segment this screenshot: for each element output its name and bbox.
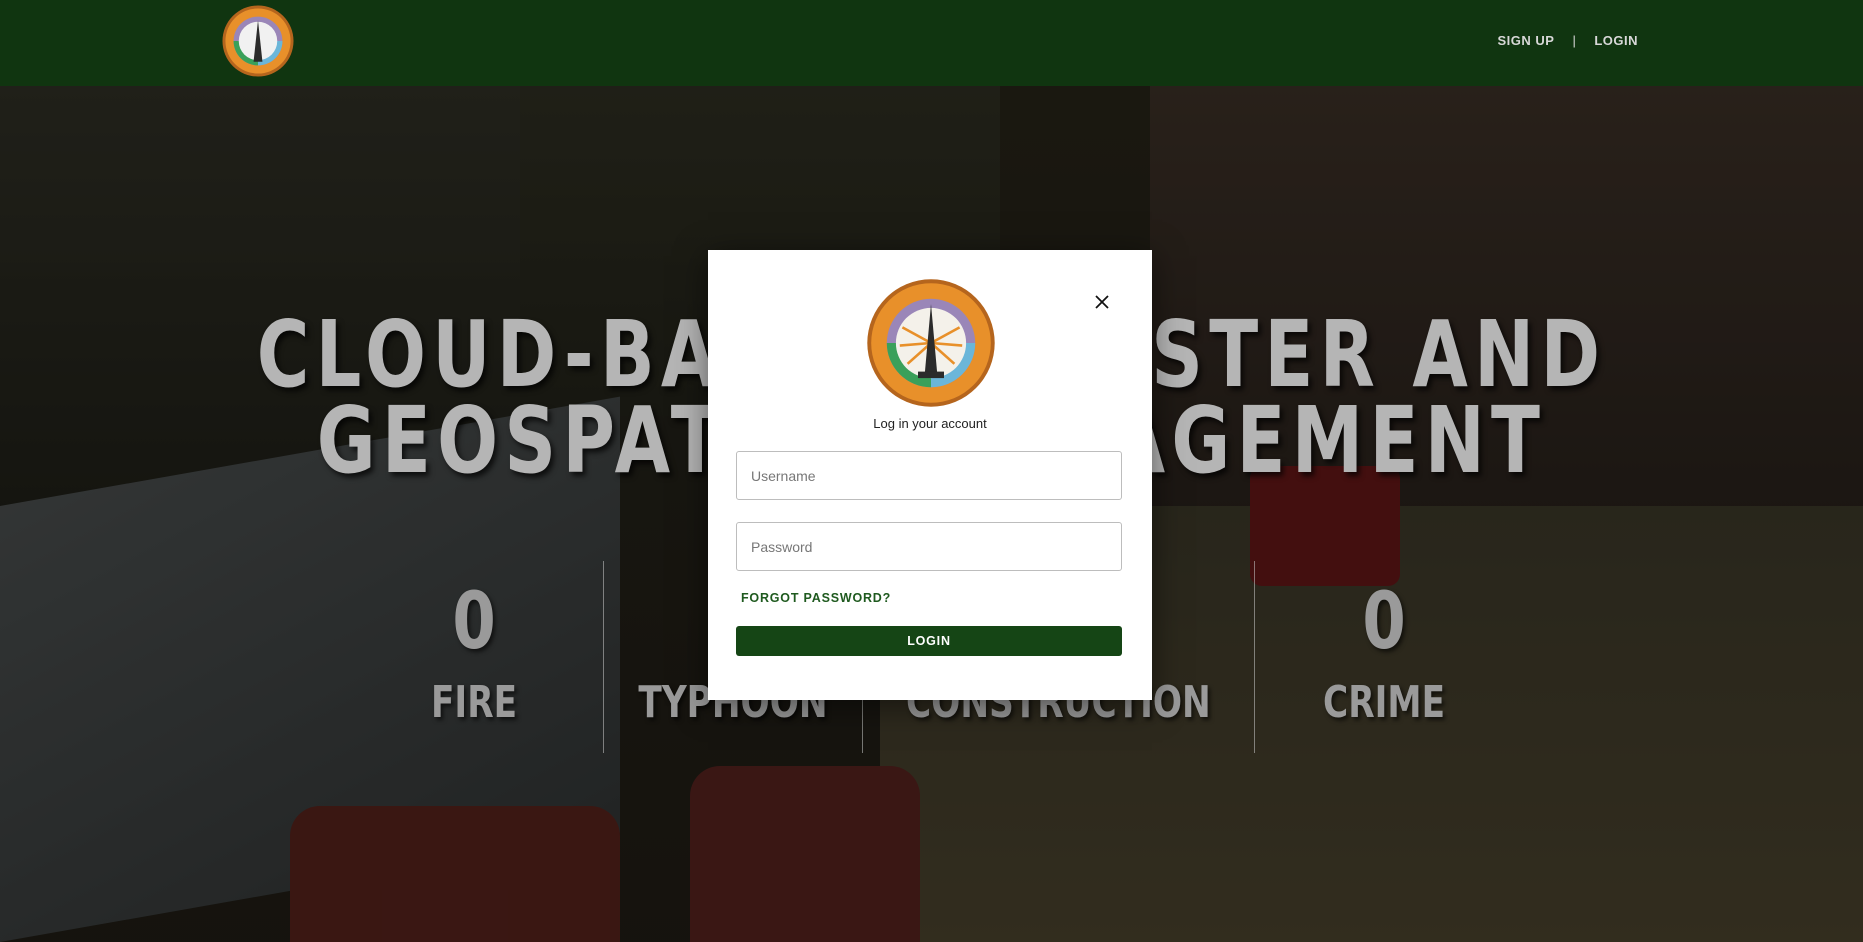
seal-logo-icon [867, 279, 995, 407]
login-modal: Log in your account FORGOT PASSWORD? LOG… [708, 250, 1152, 700]
stat-value: 0 [452, 577, 496, 667]
login-link[interactable]: LOGIN [1594, 33, 1638, 48]
stat-value: 0 [1362, 577, 1406, 667]
header-nav: SIGN UP | LOGIN [1497, 33, 1638, 48]
signup-link[interactable]: SIGN UP [1497, 33, 1554, 48]
nav-separator: | [1572, 33, 1577, 48]
login-subtitle: Log in your account [873, 416, 987, 431]
forgot-password-link[interactable]: FORGOT PASSWORD? [741, 591, 891, 605]
seal-logo-icon[interactable] [221, 4, 295, 78]
stat-fire: 0 FIRE [345, 561, 603, 753]
username-input[interactable] [736, 451, 1122, 500]
stat-label: CRIME [1322, 677, 1445, 728]
login-button[interactable]: LOGIN [736, 626, 1122, 656]
stat-label: FIRE [430, 677, 518, 728]
top-navbar: SIGN UP | LOGIN [0, 0, 1863, 86]
stat-crime: 0 CRIME [1253, 561, 1513, 753]
password-input[interactable] [736, 522, 1122, 571]
close-icon[interactable] [1088, 288, 1116, 316]
